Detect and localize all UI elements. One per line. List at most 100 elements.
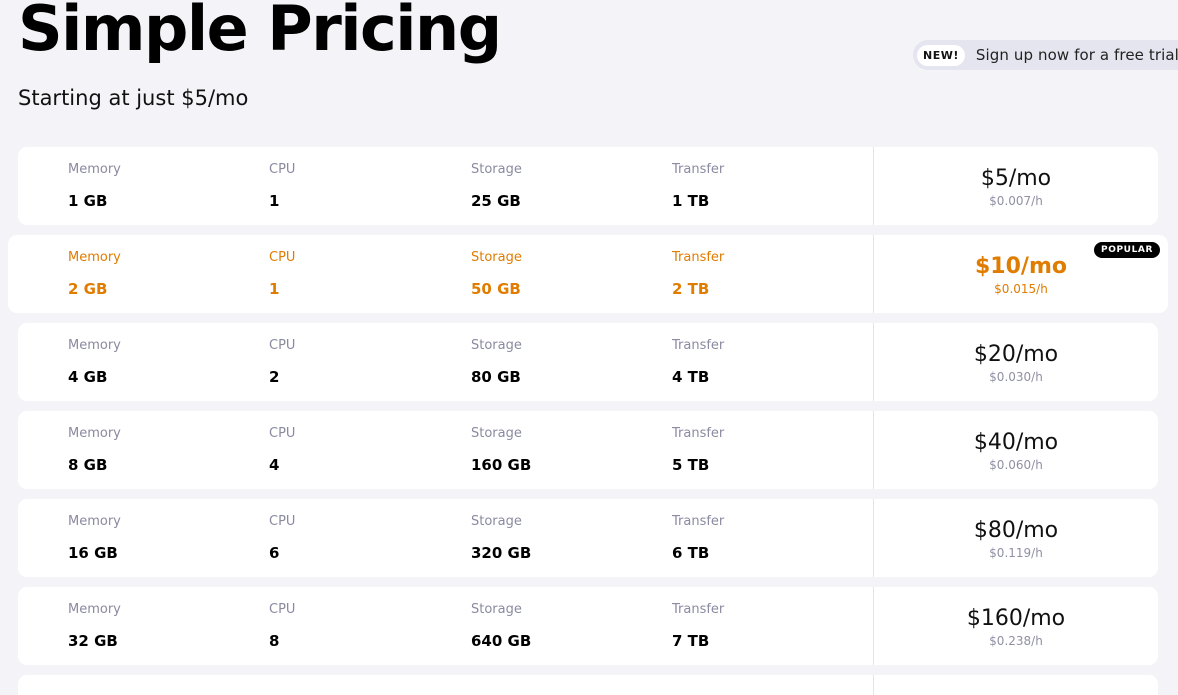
- transfer-spec: Transfer 6 TB: [672, 514, 724, 562]
- price-divider: [873, 675, 874, 695]
- transfer-value: 2 TB: [672, 280, 710, 298]
- storage-spec: Storage 640 GB: [471, 602, 531, 650]
- cpu-spec: CPU 6: [269, 514, 295, 562]
- transfer-spec: Transfer 5 TB: [672, 426, 724, 474]
- storage-label: Storage: [471, 602, 522, 617]
- storage-label: Storage: [471, 426, 522, 441]
- memory-value: 16 GB: [68, 544, 118, 562]
- transfer-value: 5 TB: [672, 456, 710, 474]
- memory-spec: Memory 2 GB: [68, 250, 121, 298]
- cpu-label: CPU: [269, 162, 296, 177]
- hourly-price: $0.030/h: [989, 369, 1043, 384]
- monthly-price: $160/mo: [966, 605, 1066, 631]
- memory-spec: Memory 16 GB: [68, 514, 121, 562]
- storage-label: Storage: [471, 514, 522, 529]
- plan-specs: Memory 32 GB CPU 8 Storage 640 GB Transf…: [18, 587, 873, 665]
- transfer-value: 4 TB: [672, 368, 710, 386]
- storage-spec: Storage 25 GB: [471, 162, 522, 210]
- hourly-price: $0.060/h: [989, 457, 1043, 472]
- storage-spec: Storage 160 GB: [471, 426, 531, 474]
- memory-value: 1 GB: [68, 192, 108, 210]
- page-title: Simple Pricing: [18, 0, 502, 65]
- cpu-spec: CPU 4: [269, 426, 295, 474]
- cpu-label: CPU: [269, 250, 296, 265]
- transfer-label: Transfer: [672, 426, 725, 441]
- plan-row-popular[interactable]: Memory 2 GB CPU 1 Storage 50 GB Transfer…: [8, 235, 1168, 313]
- storage-value: 160 GB: [471, 456, 532, 474]
- monthly-price: $40/mo: [973, 429, 1059, 455]
- cpu-value: 8: [269, 632, 280, 650]
- monthly-price: $5/mo: [980, 165, 1052, 191]
- storage-label: Storage: [471, 250, 522, 265]
- monthly-price: $80/mo: [973, 517, 1059, 543]
- cpu-value: 2: [269, 368, 280, 386]
- storage-value: 320 GB: [471, 544, 532, 562]
- memory-label: Memory: [68, 338, 121, 353]
- plan-specs: Memory 8 GB CPU 4 Storage 160 GB Transfe…: [18, 411, 873, 489]
- transfer-value: 6 TB: [672, 544, 710, 562]
- plan-specs: Memory 16 GB CPU 6 Storage 320 GB Transf…: [18, 499, 873, 577]
- storage-value: 80 GB: [471, 368, 521, 386]
- cpu-value: 1: [269, 280, 280, 298]
- transfer-spec: Transfer 4 TB: [672, 338, 724, 386]
- page-subtitle: Starting at just $5/mo: [18, 86, 249, 110]
- price-cell: $40/mo $0.060/h: [873, 411, 1158, 489]
- storage-value: 640 GB: [471, 632, 532, 650]
- cpu-label: CPU: [269, 338, 296, 353]
- cpu-value: 4: [269, 456, 280, 474]
- transfer-value: 1 TB: [672, 192, 710, 210]
- memory-label: Memory: [68, 250, 121, 265]
- plan-row-partial[interactable]: [18, 675, 1158, 695]
- price-cell: $5/mo $0.007/h: [873, 147, 1158, 225]
- hourly-price: $0.007/h: [989, 193, 1043, 208]
- storage-value: 25 GB: [471, 192, 521, 210]
- storage-label: Storage: [471, 162, 522, 177]
- plan-row[interactable]: Memory 16 GB CPU 6 Storage 320 GB Transf…: [18, 499, 1158, 577]
- transfer-label: Transfer: [672, 338, 725, 353]
- transfer-spec: Transfer 2 TB: [672, 250, 724, 298]
- cpu-spec: CPU 8: [269, 602, 295, 650]
- cpu-label: CPU: [269, 602, 296, 617]
- memory-spec: Memory 32 GB: [68, 602, 121, 650]
- memory-label: Memory: [68, 426, 121, 441]
- storage-spec: Storage 50 GB: [471, 250, 522, 298]
- transfer-label: Transfer: [672, 602, 725, 617]
- memory-value: 4 GB: [68, 368, 108, 386]
- price-cell: $160/mo $0.238/h: [873, 587, 1158, 665]
- memory-label: Memory: [68, 514, 121, 529]
- cpu-label: CPU: [269, 426, 296, 441]
- monthly-price: $10/mo: [975, 253, 1067, 279]
- transfer-label: Transfer: [672, 514, 725, 529]
- free-trial-link[interactable]: Sign up now for a free trial: [976, 46, 1178, 64]
- hourly-price: $0.238/h: [989, 633, 1043, 648]
- popular-badge: POPULAR: [1094, 242, 1160, 258]
- storage-value: 50 GB: [471, 280, 521, 298]
- storage-spec: Storage 80 GB: [471, 338, 522, 386]
- transfer-spec: Transfer 1 TB: [672, 162, 724, 210]
- price-cell: $80/mo $0.119/h: [873, 499, 1158, 577]
- plan-row[interactable]: Memory 32 GB CPU 8 Storage 640 GB Transf…: [18, 587, 1158, 665]
- hourly-price: $0.119/h: [989, 545, 1043, 560]
- plan-row[interactable]: Memory 4 GB CPU 2 Storage 80 GB Transfer…: [18, 323, 1158, 401]
- cpu-label: CPU: [269, 514, 296, 529]
- memory-spec: Memory 4 GB: [68, 338, 121, 386]
- plan-row[interactable]: Memory 1 GB CPU 1 Storage 25 GB Transfer…: [18, 147, 1158, 225]
- cpu-value: 1: [269, 192, 280, 210]
- transfer-value: 7 TB: [672, 632, 710, 650]
- pricing-plans-list: Memory 1 GB CPU 1 Storage 25 GB Transfer…: [0, 147, 1178, 695]
- transfer-label: Transfer: [672, 250, 725, 265]
- plan-row[interactable]: Memory 8 GB CPU 4 Storage 160 GB Transfe…: [18, 411, 1158, 489]
- transfer-label: Transfer: [672, 162, 725, 177]
- plan-specs: Memory 4 GB CPU 2 Storage 80 GB Transfer…: [18, 323, 873, 401]
- transfer-spec: Transfer 7 TB: [672, 602, 724, 650]
- monthly-price: $20/mo: [973, 341, 1059, 367]
- cpu-spec: CPU 1: [269, 162, 295, 210]
- memory-value: 32 GB: [68, 632, 118, 650]
- price-cell: $20/mo $0.030/h: [873, 323, 1158, 401]
- memory-label: Memory: [68, 162, 121, 177]
- free-trial-promo[interactable]: NEW! Sign up now for a free trial: [913, 40, 1178, 70]
- hourly-price: $0.015/h: [994, 281, 1048, 296]
- cpu-value: 6: [269, 544, 280, 562]
- storage-spec: Storage 320 GB: [471, 514, 531, 562]
- memory-label: Memory: [68, 602, 121, 617]
